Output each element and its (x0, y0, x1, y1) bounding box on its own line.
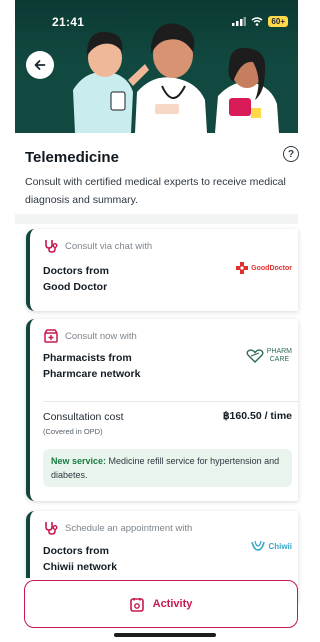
page-description: Consult with certified medical experts t… (25, 176, 286, 206)
pharmcare-logo-line1: PHARM (266, 348, 292, 355)
signal-icon (232, 17, 247, 26)
chiwii-logo: Chiwii (251, 540, 292, 552)
home-indicator (114, 633, 216, 637)
back-button[interactable] (26, 51, 54, 79)
activity-button[interactable]: Activity (24, 580, 298, 628)
stethoscope-icon (43, 238, 59, 254)
back-arrow-icon (34, 60, 46, 70)
card-label: Schedule an appointment with (65, 522, 193, 534)
card-title: Doctors from Chiwii network (43, 543, 117, 575)
card-label-row: Consult now with (43, 328, 137, 344)
pharmcare-heart-icon (246, 348, 264, 363)
status-icons: 60+ (232, 16, 288, 27)
card-label-row: Schedule an appointment with (43, 520, 192, 536)
cost-label: Consultation cost (43, 411, 124, 423)
doctor-middle-figure (135, 23, 207, 133)
section-divider (15, 214, 298, 224)
card-title: Pharmacists from Pharmcare network (43, 350, 140, 382)
pharmacy-icon (43, 328, 59, 344)
help-icon[interactable]: ? (283, 146, 299, 162)
hero-banner: 21:41 60+ (15, 0, 298, 133)
consult-chat-card[interactable]: Consult via chat with Doctors from Good … (26, 229, 298, 311)
notice-strong: New service: (51, 456, 107, 466)
chiwii-logo-text: Chiwii (268, 541, 292, 551)
gooddoctor-logo-text: GoodDoctor (251, 264, 292, 272)
cost-coverage-note: (Covered in OPD) (43, 427, 103, 436)
card-label: Consult via chat with (65, 240, 153, 252)
new-service-notice: New service: Medicine refill service for… (43, 449, 292, 487)
pharmcare-logo-line2: CARE (269, 355, 290, 363)
card-label-row: Consult via chat with (43, 238, 152, 254)
card-title-line2: Good Doctor (43, 281, 108, 293)
card-title-line1: Pharmacists from (43, 352, 132, 364)
card-label: Consult now with (65, 330, 137, 342)
card-title: Doctors from Good Doctor (43, 263, 109, 295)
activity-icon (129, 597, 144, 612)
battery-indicator: 60+ (268, 16, 288, 27)
doctor-right-figure (215, 47, 279, 133)
gooddoctor-logo: GoodDoctor (236, 262, 292, 274)
page-title: Telemedicine (25, 149, 119, 166)
wifi-icon (251, 17, 263, 26)
card-title-line1: Doctors from (43, 545, 109, 557)
gooddoctor-cross-icon (236, 262, 249, 274)
card-title-line2: Pharmcare network (43, 368, 141, 380)
status-time: 21:41 (52, 15, 85, 29)
pharmcare-logo: PHARM CARE (246, 348, 292, 363)
card-title-line1: Doctors from (43, 265, 109, 277)
card-title-line2: Chiwii network (43, 561, 118, 573)
cost-value: ฿160.50 / time (222, 410, 292, 422)
card-divider (43, 401, 298, 402)
pharmcare-logo-text: PHARM CARE (267, 348, 292, 363)
chiwii-hands-icon (251, 540, 266, 551)
stethoscope-icon (43, 520, 59, 536)
activity-button-label: Activity (152, 598, 193, 610)
pharmacist-card[interactable]: Consult now with Pharmacists from Pharmc… (26, 319, 298, 501)
